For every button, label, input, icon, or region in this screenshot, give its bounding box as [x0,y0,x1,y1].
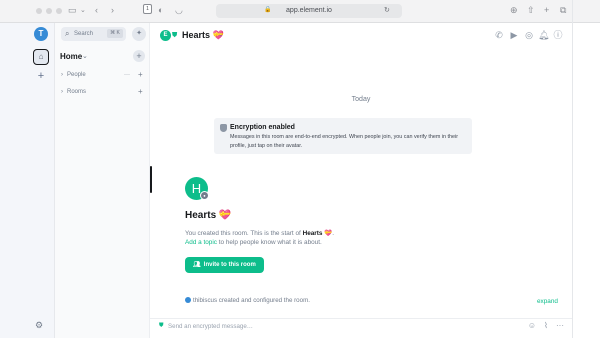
voice-call-icon[interactable]: ✆ [494,30,504,40]
minimize-window-button[interactable] [46,8,52,14]
invite-button[interactable]: 👥︎ Invite to this room [185,257,264,273]
home-icon: ⌂ [38,52,44,61]
emoji-icon[interactable]: ☺ [527,321,537,331]
chevron-down-icon[interactable]: ⌄ [218,31,223,40]
close-window-button[interactable] [36,8,42,14]
threads-icon[interactable]: ◎ [524,30,534,40]
room-created-event: thibiscus created and configured the roo… [185,296,310,305]
create-space-button[interactable]: + [35,70,47,82]
encryption-body: Messages in this room are end-to-end enc… [230,134,459,149]
extension-icon[interactable]: 1 [143,4,152,14]
room-intro-title: Hearts 💝 [185,210,232,221]
read-marker [150,166,152,193]
created-prefix: You created this room. This is the start… [185,230,303,237]
search-icon: ⌕ [65,29,70,38]
chevron-right-icon[interactable]: › [61,71,63,79]
share-icon[interactable]: ⇧ [527,6,535,15]
address-url: app.element.io [286,7,332,14]
topic-suffix: to help people know what it is about. [216,239,322,246]
room-topic-hint: Add a topic to help people know what it … [185,238,322,247]
privacy-icon[interactable]: ◐ [158,6,163,15]
back-icon[interactable]: ‹ [95,6,98,15]
expand-link[interactable]: expand [537,297,558,306]
encryption-title: Encryption enabled [230,124,295,131]
shield-icon [220,124,227,132]
created-suffix: . [332,230,334,237]
add-topic-link[interactable]: Add a topic [185,239,217,246]
more-options-icon[interactable]: ··· [124,71,130,79]
chevron-down-icon[interactable]: ⌄ [80,6,86,15]
notifications-icon[interactable]: 🔔︎ [538,30,549,40]
add-room-section-button[interactable]: + [138,87,143,96]
shield-icon: ⛊ [159,323,164,329]
download-icon[interactable]: ⊕ [510,6,518,15]
chevron-right-icon[interactable]: › [61,88,63,96]
message-input[interactable]: Send an encrypted message… [168,322,253,331]
search-placeholder: Search [74,31,94,37]
more-options-icon[interactable]: ··· [555,321,565,331]
quick-settings-icon[interactable]: ⚙ [35,320,43,331]
reload-icon[interactable]: ↻ [384,6,390,14]
attachment-icon[interactable]: ⌇ [541,321,551,331]
section-people[interactable]: People [67,71,86,79]
home-header-label[interactable]: Home [60,52,82,62]
sidebar-toggle-icon[interactable]: ▭ [68,6,77,15]
sender-avatar[interactable] [185,297,191,303]
window-edge [572,0,573,338]
section-rooms[interactable]: Rooms [67,88,86,96]
forward-icon[interactable]: › [111,6,114,15]
video-call-icon[interactable]: ▶ [509,30,519,40]
chevron-down-icon[interactable]: ⌄ [82,52,88,62]
search-input[interactable]: ⌕ Search ⌘ K [61,27,126,41]
date-separator: Today [351,96,371,103]
window-margin [572,23,600,338]
tab-overview-icon[interactable]: ⧉ [560,6,566,15]
encryption-notice: Encryption enabled Messages in this room… [214,118,472,154]
add-people-button[interactable]: + [138,70,143,79]
address-bar[interactable]: 🔒 app.element.io ↻ [216,4,402,18]
zoom-window-button[interactable] [56,8,62,14]
home-space-button[interactable]: ⌂ [33,49,49,65]
add-room-button[interactable]: + [133,50,145,62]
pocket-icon[interactable]: ◡ [175,6,183,15]
new-tab-icon[interactable]: + [544,6,549,15]
invite-label: Invite to this room [203,262,256,268]
shield-icon: ⛊ [172,32,178,39]
compass-icon: ✦ [136,30,142,37]
room-avatar[interactable]: E [160,30,171,41]
browser-window: ▭ ⌄ ‹ › 1 ◐ ◡ 🔒 app.element.io ↻ ⊕ ⇧ + ⧉… [0,0,600,338]
camera-icon[interactable]: ● [200,191,209,200]
browser-toolbar: ▭ ⌄ ‹ › 1 ◐ ◡ 🔒 app.element.io ↻ ⊕ ⇧ + ⧉ [0,0,600,23]
add-user-icon: 👥︎ [193,262,201,268]
room-intro-text: You created this room. This is the start… [185,229,334,238]
user-avatar[interactable]: T [34,27,48,41]
room-info-icon[interactable]: ⓘ [553,30,563,40]
configured-text: thibiscus created and configured the roo… [193,297,310,304]
explore-rooms-button[interactable]: ✦ [132,27,146,41]
search-shortcut: ⌘ K [107,29,123,38]
created-room-name: Hearts 💝 [302,230,333,237]
